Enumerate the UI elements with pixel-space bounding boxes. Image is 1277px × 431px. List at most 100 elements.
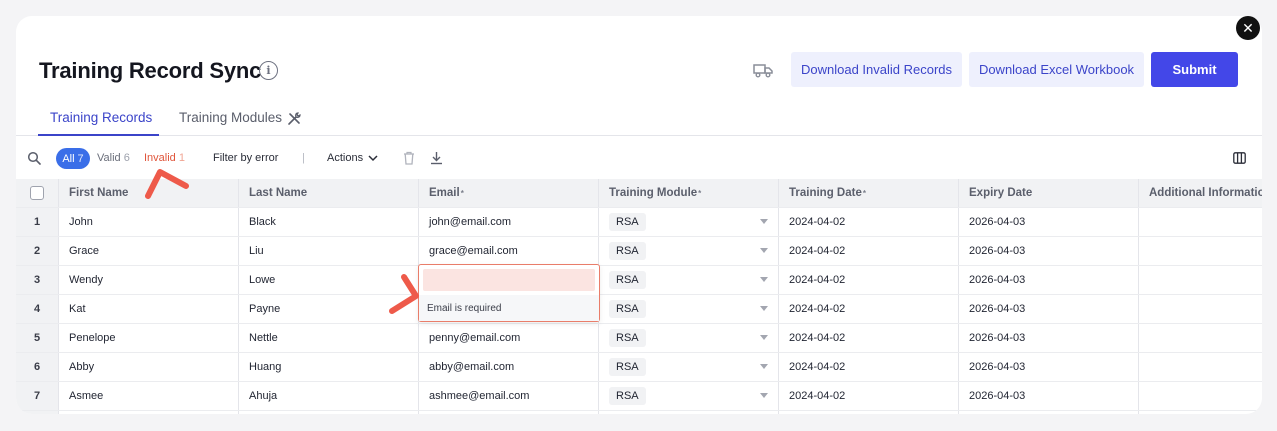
email-input-invalid[interactable] (423, 269, 595, 291)
expiry-date-cell[interactable] (959, 411, 1139, 414)
table-row: 2 Grace Liu grace@email.com RSA 2024-04-… (16, 237, 1262, 266)
caret-down-icon (760, 364, 768, 369)
header-select-cell (16, 179, 59, 207)
training-date-cell[interactable]: 2024-04-02 (779, 382, 959, 410)
select-all-checkbox[interactable] (30, 186, 44, 200)
filter-all-count: 7 (77, 152, 84, 165)
email-cell[interactable]: abby@email.com (419, 353, 599, 381)
additional-information-cell[interactable] (1139, 382, 1262, 410)
email-cell[interactable]: john@email.com (419, 208, 599, 236)
additional-information-cell[interactable] (1139, 324, 1262, 352)
first-name-cell[interactable] (59, 411, 239, 414)
email-cell[interactable]: ashmee@email.com (419, 382, 599, 410)
row-number: 7 (16, 382, 59, 410)
annotation-arrow-icon (389, 274, 419, 314)
training-module-cell[interactable]: RSA (599, 295, 779, 323)
additional-information-cell[interactable] (1139, 266, 1262, 294)
email-cell[interactable] (419, 411, 599, 414)
table-toolbar: All 7 Valid 6 Invalid 1 Filter by error … (16, 138, 1262, 178)
row-number: 1 (16, 208, 59, 236)
tab-training-records[interactable]: Training Records (50, 110, 152, 125)
filter-by-error-button[interactable]: Filter by error (213, 152, 278, 164)
training-module-cell[interactable]: RSA (599, 266, 779, 294)
training-module-cell[interactable]: RSA (599, 324, 779, 352)
download-excel-workbook-button[interactable]: Download Excel Workbook (969, 52, 1144, 87)
trash-icon[interactable] (403, 151, 415, 165)
table-row: 4 Kat Payne RSA 2024-04-02 2026-04-03 (16, 295, 1262, 324)
expiry-date-cell[interactable]: 2026-04-03 (959, 208, 1139, 236)
submit-button[interactable]: Submit (1151, 52, 1238, 87)
close-icon[interactable]: ✕ (1236, 16, 1260, 40)
filter-invalid-count: 1 (178, 152, 185, 164)
caret-down-icon (760, 219, 768, 224)
header-additional-information[interactable]: Additional Information (1139, 179, 1262, 207)
email-cell[interactable]: grace@email.com (419, 237, 599, 265)
tab-training-modules[interactable]: Training Modules (179, 110, 282, 125)
first-name-cell[interactable]: Penelope (59, 324, 239, 352)
additional-information-cell[interactable] (1139, 208, 1262, 236)
training-date-cell[interactable]: 2024-04-02 (779, 208, 959, 236)
search-icon[interactable] (27, 151, 41, 165)
last-name-cell[interactable]: Huang (239, 353, 419, 381)
first-name-cell[interactable]: Kat (59, 295, 239, 323)
first-name-cell[interactable]: Wendy (59, 266, 239, 294)
additional-information-cell[interactable] (1139, 237, 1262, 265)
training-module-cell[interactable]: RSA (599, 382, 779, 410)
expiry-date-cell[interactable]: 2026-04-03 (959, 324, 1139, 352)
filter-invalid[interactable]: Invalid 1 (144, 152, 185, 164)
download-icon[interactable] (430, 151, 443, 165)
training-module-cell[interactable] (599, 411, 779, 414)
last-name-cell[interactable]: Ahuja (239, 382, 419, 410)
truck-icon[interactable] (753, 62, 773, 78)
header-training-date[interactable]: Training Date * (779, 179, 959, 207)
last-name-cell[interactable]: Black (239, 208, 419, 236)
first-name-cell[interactable]: Grace (59, 237, 239, 265)
additional-information-cell[interactable] (1139, 295, 1262, 323)
info-icon[interactable]: i (259, 61, 278, 80)
download-invalid-records-button[interactable]: Download Invalid Records (791, 52, 962, 87)
header-last-name[interactable]: Last Name (239, 179, 419, 207)
additional-information-cell[interactable] (1139, 353, 1262, 381)
filter-valid[interactable]: Valid 6 (97, 152, 130, 164)
training-date-cell[interactable]: 2024-04-02 (779, 266, 959, 294)
actions-dropdown[interactable]: Actions (327, 152, 378, 164)
training-module-cell[interactable]: RSA (599, 353, 779, 381)
table-row: 3 Wendy Lowe RSA 2024-04-02 2026-04-03 (16, 266, 1262, 295)
first-name-cell[interactable]: Abby (59, 353, 239, 381)
training-date-cell[interactable]: 2024-04-02 (779, 237, 959, 265)
row-number: 4 (16, 295, 59, 323)
email-cell[interactable]: penny@email.com (419, 324, 599, 352)
training-date-cell[interactable]: 2024-04-02 (779, 353, 959, 381)
caret-down-icon (760, 306, 768, 311)
last-name-cell[interactable]: Nettle (239, 324, 419, 352)
header-expiry-date-label: Expiry Date (969, 187, 1033, 199)
first-name-cell[interactable]: Asmee (59, 382, 239, 410)
columns-icon[interactable] (1233, 152, 1246, 164)
last-name-cell[interactable]: Liu (239, 237, 419, 265)
filter-all-pill[interactable]: All 7 (56, 148, 90, 169)
table-row: 1 John Black john@email.com RSA 2024-04-… (16, 208, 1262, 237)
training-date-cell[interactable]: 2024-04-02 (779, 324, 959, 352)
required-marker: * (698, 188, 702, 198)
actions-label: Actions (327, 152, 364, 164)
chevron-down-icon (368, 154, 378, 161)
expiry-date-cell[interactable]: 2026-04-03 (959, 237, 1139, 265)
additional-information-cell[interactable] (1139, 411, 1262, 414)
training-module-cell[interactable]: RSA (599, 237, 779, 265)
header-email[interactable]: Email * (419, 179, 599, 207)
header-expiry-date[interactable]: Expiry Date (959, 179, 1139, 207)
header-training-module[interactable]: Training Module * (599, 179, 779, 207)
filter-invalid-label: Invalid (144, 152, 176, 164)
expiry-date-cell[interactable]: 2026-04-03 (959, 295, 1139, 323)
sync-modal: Training Record Sync i Download Invalid … (16, 16, 1262, 414)
expiry-date-cell[interactable]: 2026-04-03 (959, 353, 1139, 381)
table-row: 7 Asmee Ahuja ashmee@email.com RSA 2024-… (16, 382, 1262, 411)
training-date-cell[interactable]: 2024-04-02 (779, 295, 959, 323)
training-module-cell[interactable]: RSA (599, 208, 779, 236)
first-name-cell[interactable]: John (59, 208, 239, 236)
expiry-date-cell[interactable]: 2026-04-03 (959, 266, 1139, 294)
header-training-module-label: Training Module (609, 187, 698, 199)
expiry-date-cell[interactable]: 2026-04-03 (959, 382, 1139, 410)
training-date-cell[interactable] (779, 411, 959, 414)
last-name-cell[interactable] (239, 411, 419, 414)
